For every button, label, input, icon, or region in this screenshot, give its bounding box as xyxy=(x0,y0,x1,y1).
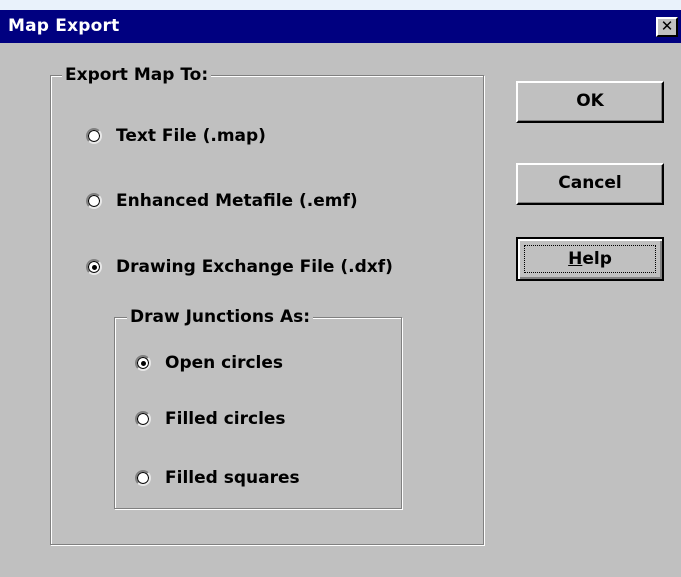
radio-drawing-exchange-label: Drawing Exchange File (.dxf) xyxy=(116,257,393,277)
cancel-button-label: Cancel xyxy=(558,173,622,193)
radio-drawing-exchange[interactable]: Drawing Exchange File (.dxf) xyxy=(86,255,393,279)
radio-open-circles-indicator[interactable] xyxy=(135,355,151,371)
export-map-to-label: Export Map To: xyxy=(62,66,212,84)
radio-enhanced-metafile-label: Enhanced Metafile (.emf) xyxy=(116,191,358,211)
close-icon: ✕ xyxy=(660,17,674,35)
radio-filled-squares-label: Filled squares xyxy=(165,468,300,488)
dialog-title: Map Export xyxy=(8,16,120,36)
radio-open-circles[interactable]: Open circles xyxy=(135,351,283,375)
help-button[interactable]: Help xyxy=(516,237,664,281)
radio-enhanced-metafile[interactable]: Enhanced Metafile (.emf) xyxy=(86,189,358,213)
radio-text-file-indicator[interactable] xyxy=(86,128,102,144)
ok-button-label: OK xyxy=(576,91,604,111)
radio-filled-circles-label: Filled circles xyxy=(165,409,286,429)
radio-filled-squares[interactable]: Filled squares xyxy=(135,466,300,490)
help-mnemonic: H xyxy=(568,249,583,269)
map-export-dialog: Map Export ✕ Export Map To: Text File (.… xyxy=(0,10,681,577)
radio-open-circles-label: Open circles xyxy=(165,353,284,373)
help-focus-rect: Help xyxy=(524,245,656,273)
close-button[interactable]: ✕ xyxy=(656,17,678,37)
title-bar: Map Export ✕ xyxy=(0,10,681,43)
desktop-top-strip xyxy=(0,0,681,10)
radio-text-file-label: Text File (.map) xyxy=(116,126,266,146)
radio-filled-circles[interactable]: Filled circles xyxy=(135,407,286,431)
draw-junctions-label: Draw Junctions As: xyxy=(127,308,314,326)
radio-filled-circles-indicator[interactable] xyxy=(135,411,151,427)
radio-text-file[interactable]: Text File (.map) xyxy=(86,124,266,148)
ok-button[interactable]: OK xyxy=(516,81,664,123)
cancel-button[interactable]: Cancel xyxy=(516,163,664,205)
radio-enhanced-metafile-indicator[interactable] xyxy=(86,193,102,209)
radio-drawing-exchange-indicator[interactable] xyxy=(86,259,102,275)
radio-filled-squares-indicator[interactable] xyxy=(135,470,151,486)
help-button-label: elp xyxy=(582,249,612,269)
